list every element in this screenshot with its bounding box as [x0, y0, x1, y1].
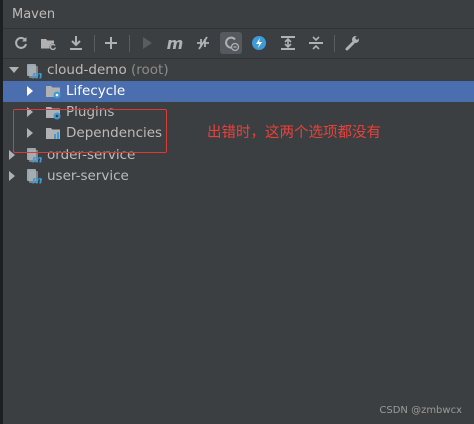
run-icon[interactable]	[136, 32, 158, 54]
root-suffix: (root)	[126, 62, 169, 78]
tool-window-title: Maven	[12, 6, 56, 22]
maven-module-icon: m	[26, 63, 42, 82]
tree-node-label: cloud-demo (root)	[47, 62, 169, 78]
show-dependencies-icon[interactable]	[248, 32, 270, 54]
annotation-note: 出错时，这两个选项都没有	[207, 125, 381, 141]
expand-chevron-icon[interactable]	[9, 171, 15, 181]
toolbar-separator	[94, 35, 95, 52]
tree-node-label: user-service	[47, 168, 129, 184]
execute-goal-icon[interactable]: m	[164, 32, 186, 54]
watermark: CSDN @zmbwcx	[379, 405, 462, 416]
svg-text:m: m	[32, 155, 42, 164]
tree-node-cloud-demo[interactable]: m cloud-demo (root)	[3, 60, 474, 82]
project-name: cloud-demo	[47, 62, 127, 78]
tree-node-user-service[interactable]: m user-service	[3, 166, 474, 187]
reload-icon[interactable]	[10, 32, 32, 54]
collapse-all-icon[interactable]	[305, 32, 327, 54]
annotation-highlight-box	[13, 109, 167, 153]
maven-toolbar: m	[3, 29, 474, 59]
toolbar-separator	[334, 35, 335, 52]
settings-wrench-icon[interactable]	[341, 32, 363, 54]
toggle-offline-icon[interactable]	[192, 32, 214, 54]
maven-m-glyph: m	[166, 33, 184, 53]
skip-tests-icon[interactable]	[220, 32, 242, 54]
maven-tool-window-header: Maven	[3, 0, 474, 29]
toolbar-separator	[129, 35, 130, 52]
generate-sources-icon[interactable]	[37, 32, 59, 54]
maven-module-icon: m	[26, 168, 42, 187]
expand-chevron-icon[interactable]	[9, 67, 19, 73]
tree-node-lifecycle[interactable]: Lifecycle	[3, 81, 474, 102]
expand-chevron-icon[interactable]	[27, 86, 33, 96]
download-icon[interactable]	[65, 32, 87, 54]
expand-all-icon[interactable]	[277, 32, 299, 54]
tree-node-label: Lifecycle	[66, 83, 126, 99]
lifecycle-folder-icon	[45, 83, 61, 99]
add-icon[interactable]	[100, 32, 122, 54]
svg-text:m: m	[32, 176, 42, 185]
svg-text:m: m	[32, 71, 42, 80]
